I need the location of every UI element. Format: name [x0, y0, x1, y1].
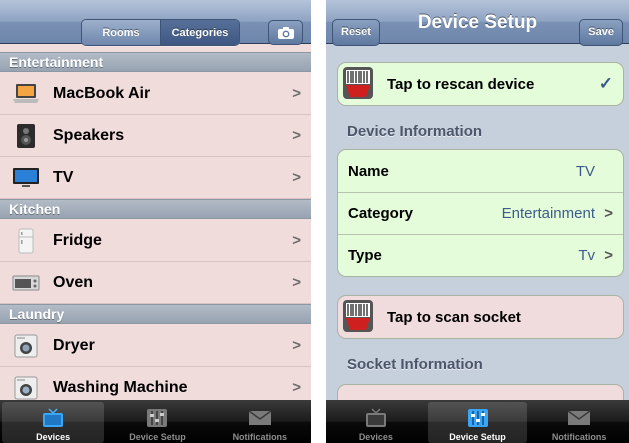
rescan-device-cell[interactable]: Tap to rescan device ✓ — [337, 62, 624, 106]
tab-bar: Devices Device Setup Notifications — [326, 400, 629, 443]
devices-screen: Rooms Categories Entertainment MacBook A… — [0, 0, 311, 443]
device-row-tv[interactable]: TV > — [0, 157, 311, 199]
device-information-group: Name TV Category Entertainment > Type Tv… — [337, 149, 624, 277]
save-button[interactable]: Save — [579, 19, 623, 46]
chevron-right-icon: > — [292, 274, 301, 291]
tv-icon — [12, 165, 40, 191]
device-label: Washing Machine — [53, 378, 188, 396]
scan-socket-cell[interactable]: Tap to scan socket — [337, 295, 624, 339]
device-label: TV — [53, 168, 74, 186]
tv-icon — [361, 407, 391, 429]
name-value: TV — [575, 162, 595, 180]
tab-label: Device Setup — [449, 432, 506, 442]
device-label: Speakers — [53, 126, 125, 144]
chevron-right-icon: > — [292, 85, 301, 102]
section-header-laundry: Laundry — [0, 304, 311, 324]
tab-label: Notifications — [232, 432, 288, 442]
device-setup-screen: Reset Device Setup Save Tap to rescan de… — [326, 0, 629, 443]
chevron-right-icon: > — [292, 379, 301, 396]
rescan-label: Tap to rescan device — [387, 75, 535, 93]
device-label: Fridge — [53, 231, 102, 249]
field-label: Type — [348, 247, 382, 264]
tv-icon — [38, 407, 68, 429]
barcode-scanner-icon — [343, 300, 373, 332]
type-value: Tv — [578, 247, 595, 264]
tab-label: Devices — [36, 432, 71, 442]
device-row-speakers[interactable]: Speakers > — [0, 115, 311, 157]
section-header-kitchen: Kitchen — [0, 199, 311, 219]
camera-icon — [277, 26, 294, 39]
laptop-icon — [12, 81, 40, 107]
mixer-sliders-icon — [142, 407, 172, 429]
fridge-icon — [12, 228, 40, 254]
chevron-right-icon: > — [604, 205, 613, 222]
navigation-bar: Reset Device Setup Save — [326, 0, 629, 46]
categories-segment[interactable]: Categories — [160, 20, 239, 45]
speaker-icon — [12, 123, 40, 149]
tab-label: Devices — [358, 432, 393, 442]
barcode-scanner-icon — [343, 67, 373, 99]
category-value: Entertainment — [501, 205, 595, 222]
tab-label: Device Setup — [129, 432, 186, 442]
envelope-icon — [564, 407, 594, 429]
envelope-icon — [245, 407, 275, 429]
rooms-segment[interactable]: Rooms — [82, 20, 160, 45]
tab-device-setup[interactable]: Device Setup — [106, 400, 208, 443]
dryer-icon — [12, 333, 40, 359]
device-label: MacBook Air — [53, 84, 151, 102]
mixer-sliders-icon — [463, 407, 493, 429]
chevron-right-icon: > — [292, 169, 301, 186]
name-row[interactable]: Name TV — [338, 150, 623, 192]
type-row[interactable]: Type Tv > — [338, 234, 623, 276]
chevron-right-icon: > — [292, 232, 301, 249]
device-information-header: Device Information — [347, 123, 483, 140]
category-row[interactable]: Category Entertainment > — [338, 192, 623, 234]
socket-information-header: Socket Information — [347, 356, 483, 373]
field-label: Category — [348, 205, 414, 222]
tab-bar: Devices Device Setup Notifications — [0, 400, 311, 443]
tab-device-setup[interactable]: Device Setup — [427, 402, 528, 443]
device-row-oven[interactable]: Oven > — [0, 262, 311, 304]
camera-button[interactable] — [268, 20, 303, 45]
washing-machine-icon — [12, 375, 40, 401]
device-label: Dryer — [53, 336, 95, 354]
tab-notifications[interactable]: Notifications — [529, 400, 629, 443]
section-header-entertainment: Entertainment — [0, 52, 311, 72]
device-label: Oven — [53, 273, 94, 291]
chevron-right-icon: > — [292, 337, 301, 354]
tab-label: Notifications — [551, 432, 607, 442]
device-row-dryer[interactable]: Dryer > — [0, 325, 311, 367]
chevron-right-icon: > — [604, 247, 613, 264]
checkmark-icon: ✓ — [598, 74, 613, 93]
chevron-right-icon: > — [292, 127, 301, 144]
tab-devices[interactable]: Devices — [2, 402, 105, 443]
tab-notifications[interactable]: Notifications — [209, 400, 311, 443]
device-row-fridge[interactable]: Fridge > — [0, 220, 311, 262]
field-label: Name — [348, 162, 389, 180]
device-row-macbook-air[interactable]: MacBook Air > — [0, 73, 311, 115]
oven-icon — [12, 270, 40, 296]
tab-devices[interactable]: Devices — [326, 400, 426, 443]
rooms-categories-segmented-control: Rooms Categories — [81, 19, 240, 46]
scan-socket-label: Tap to scan socket — [387, 308, 521, 326]
navigation-bar: Rooms Categories — [0, 0, 311, 46]
